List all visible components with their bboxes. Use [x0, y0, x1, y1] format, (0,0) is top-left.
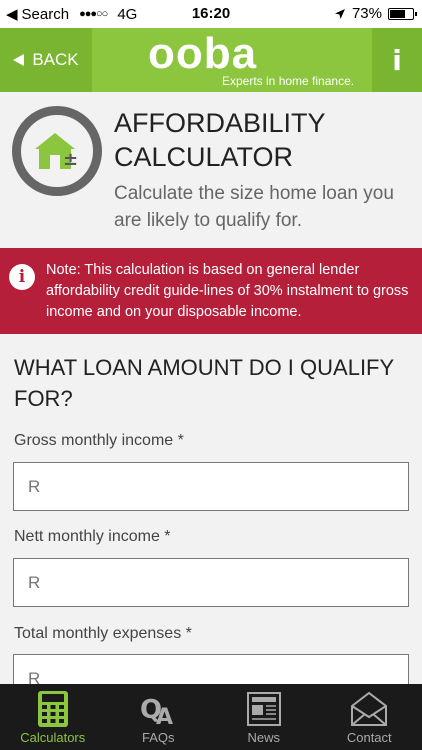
page-title-line2: CALCULATOR [114, 142, 294, 172]
monthly-expenses-label: Total monthly expenses * [14, 625, 192, 642]
page-subtitle: Calculate the size home loan you are lik… [114, 183, 394, 231]
envelope-icon [351, 691, 388, 726]
info-circle-icon: i [9, 264, 35, 290]
house-plus-minus-icon: ± [35, 133, 78, 170]
tab-calculators[interactable]: Calculators [0, 684, 106, 750]
page-title-line1: AFFORDABILITY [114, 108, 326, 138]
affordability-house-icon: ± [12, 106, 102, 196]
nett-income-input[interactable] [13, 558, 409, 607]
tab-calculators-label: Calculators [20, 730, 86, 745]
tab-contact-label: Contact [346, 730, 392, 745]
tab-faqs-label: FAQs [141, 730, 175, 745]
location-arrow-icon [334, 8, 345, 19]
back-button-label: BACK [32, 50, 79, 69]
tab-news-label: News [247, 730, 280, 745]
tab-contact[interactable]: Contact [317, 684, 422, 750]
newspaper-icon [246, 692, 281, 726]
ooba-logo: ooba [148, 29, 258, 78]
gross-income-label: Gross monthly income * [14, 432, 184, 449]
form-heading: WHAT LOAN AMOUNT DO I QUALIFY FOR? [14, 355, 394, 411]
page-title: AFFORDABILITY CALCULATOR [114, 106, 326, 174]
app-header: BACK ooba Experts in home finance. i [0, 28, 422, 92]
calculator-icon [37, 691, 68, 727]
tab-bar: Calculators Q A FAQs News Contact [0, 684, 422, 750]
nett-income-label: Nett monthly income * [14, 528, 171, 545]
back-arrow-icon [13, 54, 25, 66]
battery-percent: 73% [351, 5, 382, 22]
info-button[interactable]: i [372, 28, 422, 92]
tab-faqs[interactable]: Q A FAQs [106, 684, 212, 750]
note-text: Note: This calculation is based on gener… [46, 262, 409, 320]
back-button[interactable]: BACK [0, 28, 92, 92]
title-section: ± AFFORDABILITY CALCULATOR Calculate the… [0, 92, 422, 248]
svg-text:A: A [156, 705, 173, 728]
status-right: 73% [334, 5, 417, 22]
logo-tagline: Experts in home finance. [222, 74, 355, 88]
tab-news[interactable]: News [211, 684, 317, 750]
svg-text:±: ± [63, 149, 78, 170]
note-banner: i Note: This calculation is based on gen… [0, 248, 422, 334]
loan-form: WHAT LOAN AMOUNT DO I QUALIFY FOR? Gross… [0, 334, 422, 703]
battery-icon [388, 7, 417, 20]
status-bar: ◀ Search ●●●○○ 4G 16:20 73% [0, 0, 422, 28]
qa-icon: Q A [140, 695, 173, 728]
gross-income-input[interactable] [13, 462, 409, 511]
